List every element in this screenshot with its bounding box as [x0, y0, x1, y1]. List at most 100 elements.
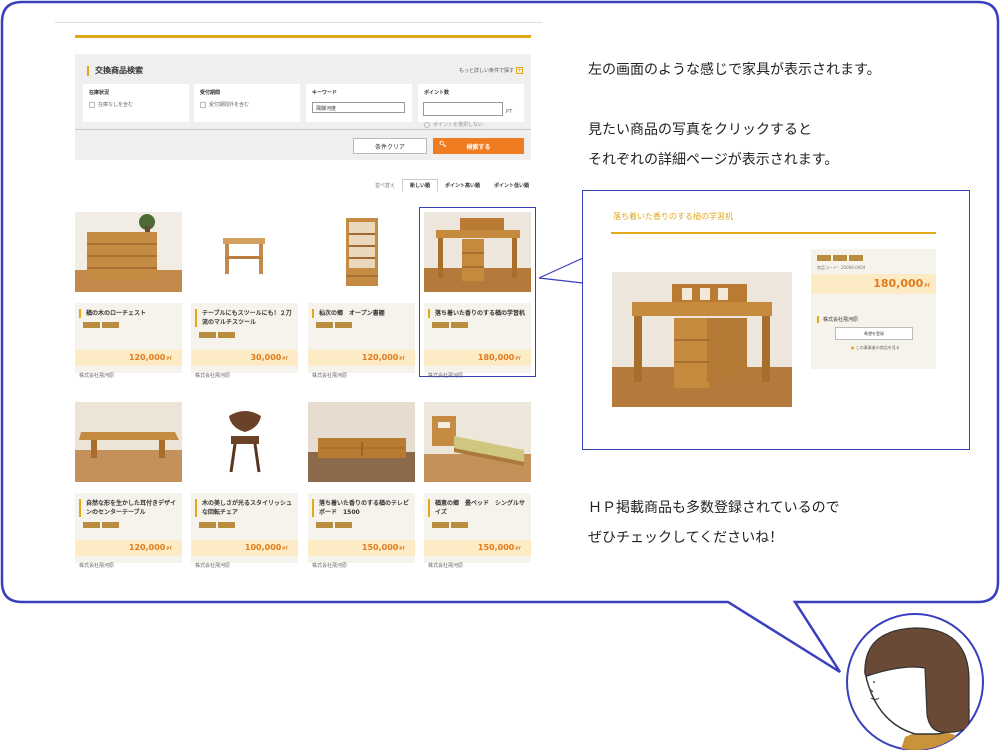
sort-tab-points-high[interactable]: ポイント高い順	[438, 179, 487, 192]
plus-icon: +	[516, 67, 523, 74]
product-info: 杣次の郷 オープン書棚 120,000PT 株式会社飛河原	[308, 303, 415, 379]
desk-illustration	[612, 272, 792, 407]
checkbox-icon	[89, 101, 95, 108]
stock-filter-title: 在庫状況	[89, 90, 110, 96]
product-photo[interactable]	[424, 402, 531, 482]
search-icon: 🔍︎	[439, 141, 447, 148]
explanation-line-3: それぞれの詳細ページが表示されます。	[588, 152, 839, 168]
product-price: 30,000PT	[191, 350, 298, 366]
search-button-label: 検索する	[466, 143, 491, 151]
product-name[interactable]: 楢の木のローチェスト	[79, 309, 179, 318]
product-illustration	[424, 402, 531, 482]
more-conditions-link[interactable]: もっと詳しい条件で探す +	[459, 67, 523, 74]
site-screenshot: 交換商品検索 もっと詳しい条件で探す + 在庫状況 在庫なしを含む 受付期間 受付…	[55, 22, 545, 582]
keyword-filter-title: キーワード	[312, 90, 338, 96]
points-unit: PT	[506, 109, 513, 115]
sort-tab-points-low[interactable]: ポイント低い順	[487, 179, 536, 192]
points-input[interactable]	[423, 102, 503, 116]
product-name[interactable]: 自然な形を生かした耳付きデザインのセンターテーブル	[79, 499, 179, 517]
product-illustration	[308, 212, 415, 292]
reception-checkbox[interactable]: 受付期間外を含む	[200, 101, 249, 108]
product-name[interactable]: 落ち着いた香りのする楢の学習机	[428, 309, 528, 318]
product-price: 150,000PT	[308, 540, 415, 556]
reception-checkbox-label: 受付期間外を含む	[209, 102, 250, 108]
register-wish-button[interactable]: 希望を登録	[835, 327, 913, 340]
product-name[interactable]: 杣次の郷 オープン書棚	[312, 309, 412, 318]
stock-filter: 在庫状況 在庫なしを含む	[83, 84, 189, 122]
product-card[interactable]: 杣次の郷 オープン書棚 120,000PT 株式会社飛河原	[308, 212, 415, 379]
product-tags	[199, 522, 235, 528]
product-vendor: 株式会社飛河原	[428, 373, 464, 379]
product-info: 木の美しさが光るスタイリッシュな回転チェア 100,000PT 株式会社飛河原	[191, 493, 298, 569]
panel-divider	[75, 129, 531, 130]
sort-bar: 並べ替え 新しい順 ポイント高い順 ポイント低い順	[375, 178, 536, 192]
product-photo[interactable]	[191, 212, 298, 292]
product-photo[interactable]	[308, 212, 415, 292]
product-tags	[316, 322, 352, 328]
product-photo[interactable]	[424, 212, 531, 292]
vendor-products-link[interactable]: ● この事業者の商品を見る	[851, 345, 900, 351]
product-illustration	[191, 402, 298, 482]
product-vendor: 株式会社飛河原	[428, 563, 464, 569]
product-price: 100,000PT	[191, 540, 298, 556]
product-photo[interactable]	[75, 212, 182, 292]
product-photo[interactable]	[191, 402, 298, 482]
product-card[interactable]: 自然な形を生かした耳付きデザインのセンターテーブル 120,000PT 株式会社飛河…	[75, 402, 182, 569]
bullet-icon: ●	[851, 345, 855, 350]
product-vendor: 株式会社飛河原	[312, 563, 348, 569]
detail-photo[interactable]	[612, 272, 792, 407]
product-vendor: 株式会社飛河原	[312, 373, 348, 379]
top-divider	[55, 22, 542, 23]
product-photo[interactable]	[308, 402, 415, 482]
product-price: 150,000PT	[424, 540, 531, 556]
explanation-line-4: ＨＰ掲載商品も多数登録されているので	[588, 500, 840, 516]
product-card[interactable]: 楢の木のローチェスト 120,000PT 株式会社飛河原	[75, 212, 182, 379]
product-illustration	[424, 212, 531, 292]
product-card[interactable]: 落ち着いた香りのする楢のテレビボード 1500 150,000PT 株式会社飛河原	[308, 402, 415, 569]
product-vendor: 株式会社飛河原	[195, 373, 231, 379]
product-name[interactable]: テーブルにもスツールにも！２刀流のマルチスツール	[195, 309, 295, 327]
points-radio[interactable]: ポイントを選択しない	[424, 121, 483, 128]
product-illustration	[191, 212, 298, 292]
product-photo[interactable]	[75, 402, 182, 482]
sort-tab-newest[interactable]: 新しい順	[402, 178, 439, 192]
product-vendor: 株式会社飛河原	[79, 373, 115, 379]
clear-button[interactable]: 条件クリア	[353, 138, 427, 154]
product-name[interactable]: 落ち着いた香りのする楢のテレビボード 1500	[312, 499, 412, 517]
product-tags	[83, 322, 119, 328]
sort-label: 並べ替え	[375, 182, 396, 189]
product-tags	[432, 322, 468, 328]
product-info: 落ち着いた香りのする楢のテレビボード 1500 150,000PT 株式会社飛河原	[308, 493, 415, 569]
product-name[interactable]: 楢恵の郷 畳ベッド シングルサイズ	[428, 499, 528, 517]
product-vendor: 株式会社飛河原	[195, 563, 231, 569]
reception-filter-title: 受付期間	[200, 90, 221, 96]
accent-rule	[75, 35, 531, 38]
more-conditions-label: もっと詳しい条件で探す	[458, 68, 514, 74]
product-card[interactable]: 落ち着いた香りのする楢の学習机 180,000PT 株式会社飛河原	[419, 207, 536, 379]
detail-price: 180,000PT	[811, 274, 936, 294]
checkbox-icon	[200, 101, 206, 108]
product-info: 自然な形を生かした耳付きデザインのセンターテーブル 120,000PT 株式会社飛河…	[75, 493, 182, 569]
product-price: 180,000PT	[424, 350, 531, 366]
product-name[interactable]: 木の美しさが光るスタイリッシュな回転チェア	[195, 499, 295, 517]
product-card[interactable]: テーブルにもスツールにも！２刀流のマルチスツール 30,000PT 株式会社飛河原	[191, 212, 298, 379]
search-panel-title: 交換商品検索	[87, 66, 143, 76]
product-illustration	[75, 212, 182, 292]
product-info: 落ち着いた香りのする楢の学習机 180,000PT 株式会社飛河原	[424, 303, 531, 379]
product-card[interactable]: 木の美しさが光るスタイリッシュな回転チェア 100,000PT 株式会社飛河原	[191, 402, 298, 569]
avatar	[846, 613, 984, 750]
search-panel: 交換商品検索 もっと詳しい条件で探す + 在庫状況 在庫なしを含む 受付期間 受付…	[75, 54, 531, 160]
stock-checkbox[interactable]: 在庫なしを含む	[89, 101, 133, 108]
reception-filter: 受付期間 受付期間外を含む	[194, 84, 300, 122]
keyword-filter: キーワード 飛騨河度	[306, 84, 412, 122]
product-card[interactable]: 楢恵の郷 畳ベッド シングルサイズ 150,000PT 株式会社飛河原	[424, 402, 531, 569]
keyword-input[interactable]: 飛騨河度	[312, 102, 405, 113]
search-button[interactable]: 🔍︎ 検索する	[433, 138, 524, 154]
stock-checkbox-label: 在庫なしを含む	[98, 102, 134, 108]
detail-product-code: 商品コード：20006-0004	[817, 265, 866, 270]
explanation-line-2: 見たい商品の写真をクリックすると	[588, 122, 812, 138]
detail-vendor: 株式会社飛河原	[817, 316, 858, 323]
product-price: 120,000PT	[75, 540, 182, 556]
points-radio-label: ポイントを選択しない	[433, 122, 484, 128]
detail-side-panel: 商品コード：20006-0004 180,000PT 株式会社飛河原 希望を登録…	[811, 249, 936, 369]
